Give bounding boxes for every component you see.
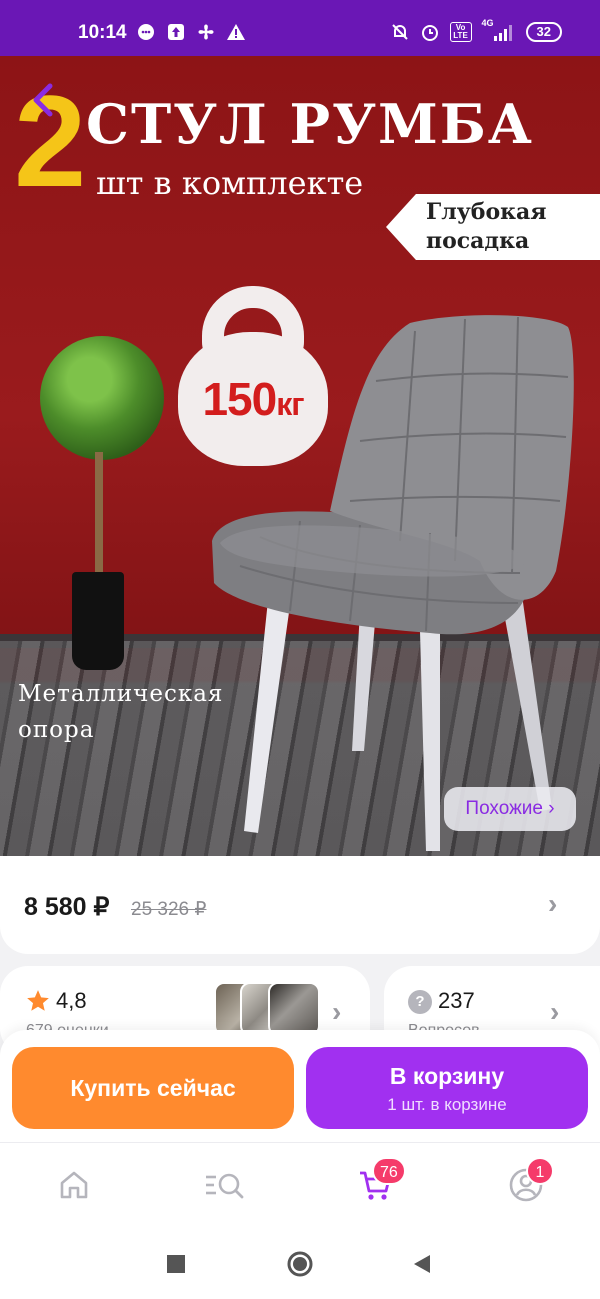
signal-4g-icon: 4G: [482, 18, 516, 42]
alarm-icon: [420, 22, 440, 42]
home-circle-icon[interactable]: [286, 1250, 314, 1278]
network-label: 4G: [481, 18, 494, 28]
review-photo-thumb[interactable]: [268, 982, 320, 1036]
profile-badge: 1: [526, 1157, 554, 1185]
star-icon: [27, 990, 49, 1011]
metal-support-label: Металлическая опора: [18, 681, 224, 743]
old-price: 25 326 ₽: [131, 899, 207, 920]
nav-home[interactable]: [54, 1165, 94, 1205]
back-arrow-icon[interactable]: [26, 80, 60, 120]
buy-now-button[interactable]: Купить сейчас: [12, 1047, 294, 1129]
warning-icon: [226, 22, 246, 42]
nav-profile[interactable]: 1: [506, 1157, 554, 1205]
plant-illustration: [36, 336, 166, 676]
current-price: 8 580 ₽: [24, 893, 110, 921]
recent-apps-icon[interactable]: [162, 1250, 190, 1278]
chevron-right-icon: ›: [550, 996, 560, 1027]
mute-icon: [390, 22, 410, 42]
nav-catalog[interactable]: [204, 1165, 244, 1205]
hero-subtitle: шт в комплекте: [96, 164, 364, 202]
chat-icon: [136, 22, 156, 42]
add-to-cart-button[interactable]: В корзину 1 шт. в корзине: [306, 1047, 588, 1129]
chevron-right-icon: ›: [332, 996, 342, 1027]
catalog-search-icon: [206, 1173, 244, 1199]
deep-seat-text: Глубокая посадка: [426, 199, 547, 254]
similar-products-button[interactable]: Похожие ›: [444, 787, 576, 831]
deep-seat-tag: Глубокая посадка: [386, 194, 600, 260]
hero-title: СТУЛ РУМБА: [86, 92, 534, 156]
add-to-cart-label: В корзину: [389, 1063, 505, 1089]
cart-badge: 76: [372, 1157, 406, 1185]
purchase-action-bar: Купить сейчас В корзину 1 шт. в корзине: [0, 1030, 600, 1142]
questions-count: 237: [438, 988, 475, 1013]
status-left-icons: [136, 22, 246, 42]
system-navigation-bar: [0, 1228, 600, 1299]
cart-quantity-text: 1 шт. в корзине: [387, 1095, 507, 1114]
question-icon: ?: [408, 990, 432, 1014]
status-bar: 10:14 Vo LTE 4G 32: [0, 0, 600, 56]
price-card[interactable]: 8 580 ₽ 25 326 ₽ ›: [0, 856, 600, 954]
chevron-right-icon: ›: [548, 888, 558, 919]
volte-icon: Vo LTE: [449, 22, 472, 42]
back-triangle-icon[interactable]: [408, 1250, 436, 1278]
status-right-icons: Vo LTE 4G 32: [390, 18, 562, 42]
home-icon: [60, 1171, 88, 1199]
chair-illustration: [212, 315, 574, 851]
product-hero-image[interactable]: 2 СТУЛ РУМБА шт в комплекте Глубокая пос…: [0, 56, 600, 856]
fan-icon: [196, 22, 216, 42]
status-time: 10:14: [78, 22, 127, 43]
upload-icon: [166, 22, 186, 42]
bottom-navigation: 76 1: [0, 1142, 600, 1228]
battery-indicator: 32: [525, 22, 562, 42]
rating-value: 4,8: [56, 988, 87, 1013]
review-photos[interactable]: [214, 982, 322, 1036]
nav-cart[interactable]: 76: [356, 1157, 406, 1205]
